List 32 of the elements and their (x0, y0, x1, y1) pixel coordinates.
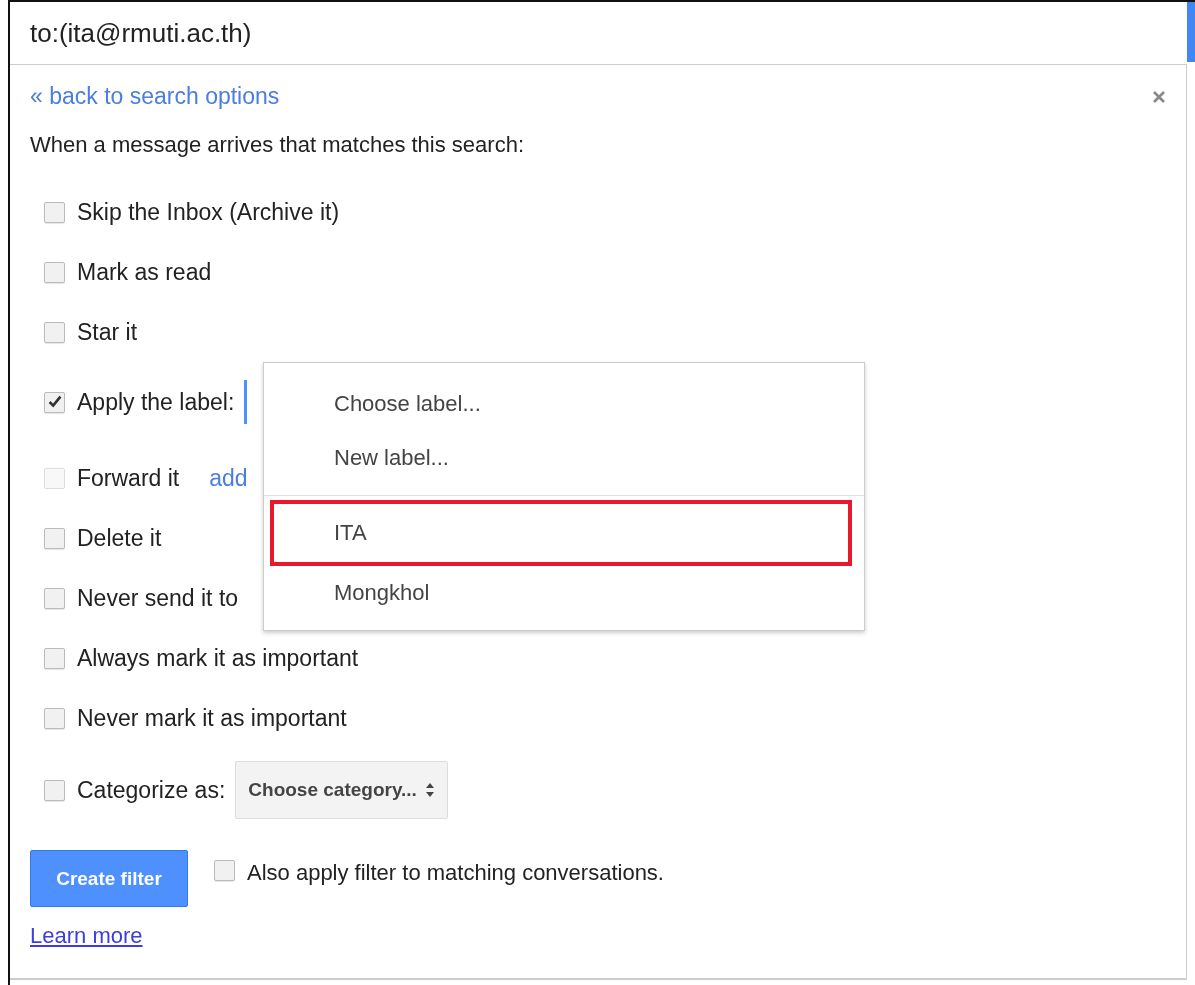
back-link[interactable]: « back to search options (30, 83, 280, 110)
option-label: Star it (77, 318, 138, 346)
option-label: Mark as read (77, 258, 212, 286)
option-label: Always mark it as important (77, 644, 359, 672)
option-label: Delete it (77, 524, 162, 552)
checkbox[interactable] (44, 201, 65, 223)
option-label: Skip the Inbox (Archive it) (77, 198, 340, 226)
checkbox[interactable] (44, 527, 65, 549)
category-select[interactable]: Choose category... (235, 761, 448, 819)
close-icon[interactable] (1152, 89, 1166, 104)
learn-more-link[interactable]: Learn more (30, 923, 143, 949)
checkbox[interactable] (44, 391, 65, 413)
checkbox[interactable] (44, 707, 65, 729)
checkbox[interactable] (44, 779, 65, 801)
option-label: Categorize as: (77, 776, 226, 804)
also-apply-label: Also apply filter to matching conversations. (247, 860, 664, 886)
menu-item[interactable]: New label... (270, 431, 852, 485)
option-label: Forward it (77, 464, 180, 492)
scrollbar-edge (1187, 2, 1195, 62)
option-label: Apply the label: (77, 388, 235, 416)
checkbox[interactable] (44, 587, 65, 609)
checkbox[interactable] (44, 261, 65, 283)
menu-item[interactable]: Mongkhol (270, 566, 852, 620)
sort-arrows-icon (424, 782, 435, 798)
intro-text: When a message arrives that matches this search: (30, 132, 525, 158)
menu-item[interactable]: Choose label... (270, 377, 852, 431)
menu-item[interactable]: ITA (270, 500, 852, 566)
checkbox[interactable] (214, 860, 235, 881)
checkbox[interactable] (44, 647, 65, 669)
option-label: Never send it to (77, 584, 239, 612)
checkbox[interactable] (44, 321, 65, 343)
option-label: Never mark it as important (77, 704, 347, 732)
